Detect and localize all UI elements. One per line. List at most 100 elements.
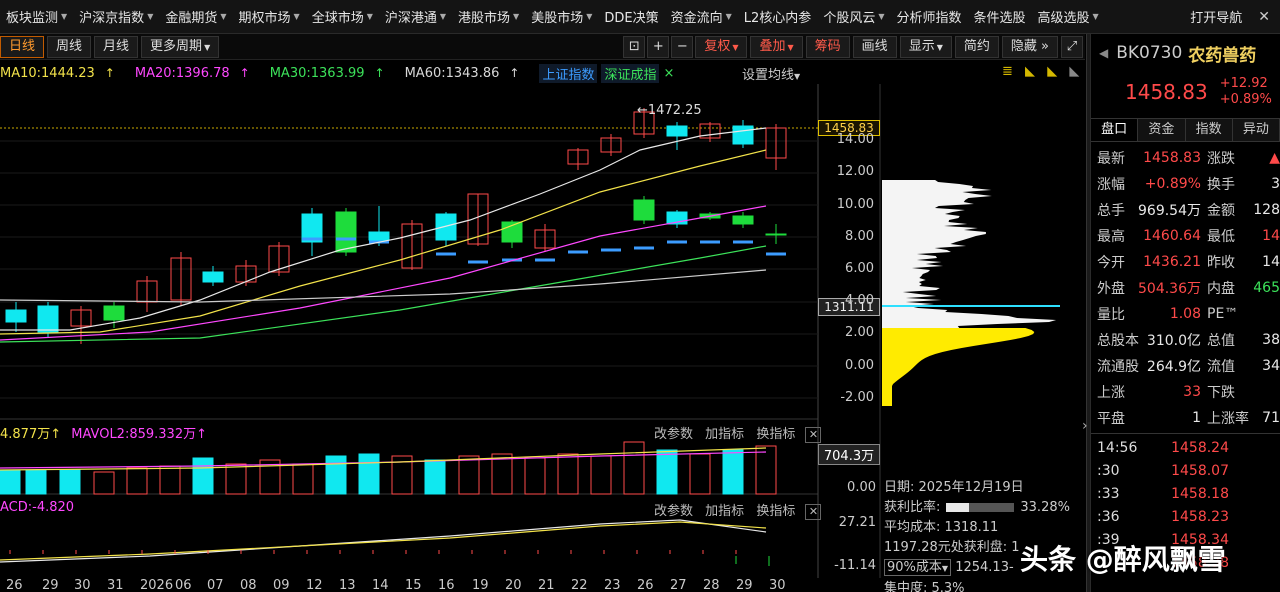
edit-params-button[interactable]: 改参数	[654, 427, 693, 442]
weekly-button[interactable]: 周线	[47, 36, 91, 58]
flag-icon[interactable]: ◣	[1025, 64, 1035, 79]
quote-v2: 71	[1243, 410, 1280, 426]
menu-item[interactable]: 沪深港通 ▼	[379, 0, 452, 34]
quote-row: 最高 1460.64 最低 14	[1091, 223, 1280, 249]
zoom-in-icon[interactable]: +	[647, 36, 669, 58]
menu-item[interactable]: 期权市场 ▼	[233, 0, 306, 34]
ma-settings[interactable]: 设置均线▼	[742, 64, 800, 83]
candle-body	[733, 216, 753, 224]
up-arrow-icon: ↑	[375, 66, 385, 80]
profit-ratio-value: 33.28%	[1020, 500, 1070, 515]
draw-line-button[interactable]: 画线	[853, 36, 897, 58]
date-axis: 26 29 30 31 2026 06 07 08 09 12 13 14 15 16 19 20 21 22 23…	[0, 578, 820, 592]
menu-item[interactable]: 港股市场 ▼	[452, 0, 525, 34]
monthly-button[interactable]: 月线	[94, 36, 138, 58]
add-indicator-button[interactable]: 加指标	[705, 427, 744, 442]
tab-0[interactable]: 盘口	[1091, 119, 1138, 141]
menu-item[interactable]: 打开导航	[1184, 0, 1248, 34]
macd-controls: 改参数 加指标 换指标 ✕	[654, 500, 821, 520]
tab-1[interactable]: 资金	[1138, 119, 1185, 141]
tab-3[interactable]: 异动	[1233, 119, 1280, 141]
overlay-button[interactable]: 叠加 ▼	[750, 36, 802, 58]
date-label: 30	[74, 578, 91, 592]
chevron-down-icon: ▼	[513, 12, 519, 21]
quote-row: 涨幅 +0.89% 换手 3	[1091, 171, 1280, 197]
hide-button[interactable]: 隐藏 »	[1002, 36, 1058, 58]
quote-k: 最新	[1091, 148, 1129, 168]
tick-row: :30 1458.07	[1091, 459, 1280, 482]
quote-k: 最高	[1091, 226, 1129, 246]
volume-bar	[525, 458, 545, 494]
menu-item[interactable]: 高级选股 ▼	[1032, 0, 1105, 34]
tick-time: :36	[1091, 509, 1149, 525]
candle-body	[733, 126, 753, 144]
date-label: 31	[107, 578, 124, 592]
simple-button[interactable]: 简约	[955, 36, 999, 58]
quote-v: 1460.64	[1129, 228, 1207, 244]
quote-k2: 流值	[1207, 356, 1243, 376]
chip-shape-icon[interactable]: ≣	[1002, 64, 1013, 79]
date-label: 15	[405, 578, 422, 592]
date-label: 22	[571, 578, 588, 592]
display-button[interactable]: 显示 ▼	[900, 36, 952, 58]
flag-icon[interactable]: ◣	[1047, 64, 1057, 79]
tab-2[interactable]: 指数	[1186, 119, 1233, 141]
close-icon[interactable]: ×	[663, 66, 674, 81]
volume-bar	[26, 470, 46, 494]
fuquan-button[interactable]: 复权 ▼	[695, 36, 747, 58]
date-label: 27	[670, 578, 687, 592]
up-arrow-icon: ↑	[105, 66, 115, 80]
chevron-down-icon: ▼	[586, 12, 592, 21]
menu-item[interactable]: 美股市场 ▼	[525, 0, 598, 34]
menu-item[interactable]: 板块监测 ▼	[0, 0, 73, 34]
collapse-left-icon[interactable]: ◀	[1099, 46, 1108, 60]
chevron-down-icon: ▼	[1093, 12, 1099, 21]
overlay-tag-sh[interactable]: 上证指数	[539, 64, 597, 83]
candle-body	[336, 212, 356, 252]
cost-range-select[interactable]: 90%成本▼	[884, 559, 951, 576]
menu-item[interactable]: 分析师指数	[890, 0, 967, 34]
volume-bar	[293, 464, 313, 494]
more-periods-button[interactable]: 更多周期 ▼	[141, 36, 219, 58]
edit-params-button[interactable]: 改参数	[654, 504, 693, 519]
menu-item[interactable]: 条件选股	[968, 0, 1032, 34]
menu-item[interactable]: 沪深京指数 ▼	[73, 0, 159, 34]
menu-item-label: 沪深港通	[385, 7, 437, 26]
switch-indicator-button[interactable]: 换指标	[756, 427, 795, 442]
menu-item-label: 金融期货	[165, 7, 217, 26]
quote-row: 流通股 264.9亿 流值 34	[1091, 353, 1280, 379]
menu-item[interactable]: 金融期货 ▼	[159, 0, 232, 34]
date-label: 13	[339, 578, 356, 592]
collapse-arrow-icon[interactable]: ›	[1082, 418, 1088, 434]
lock-icon[interactable]: ⊡	[623, 36, 645, 58]
candle-body	[6, 310, 26, 322]
close-icon[interactable]: ✕	[805, 427, 821, 443]
cost-range-label: 90%成本	[887, 560, 942, 575]
quote-k2: 内盘	[1207, 278, 1243, 298]
concentration: 集中度: 5.3%	[884, 579, 1084, 592]
more-periods-label: 更多周期	[150, 39, 202, 54]
ma10-text: MA10:1444.23	[0, 66, 95, 81]
menu-item[interactable]: 全球市场 ▼	[306, 0, 379, 34]
menu-item[interactable]: DDE决策	[598, 0, 664, 34]
chips-button[interactable]: 筹码	[806, 36, 850, 58]
quote-v: 264.9亿	[1129, 356, 1207, 376]
daily-button[interactable]: 日线	[0, 36, 44, 58]
overlay-tag-sz[interactable]: 深证成指	[601, 64, 659, 83]
menu-item[interactable]: 资金流向 ▼	[665, 0, 738, 34]
quote-v: 1458.83	[1129, 150, 1207, 166]
fullscreen-icon[interactable]: ⤢	[1061, 36, 1083, 58]
add-indicator-button[interactable]: 加指标	[705, 504, 744, 519]
zoom-out-icon[interactable]: −	[671, 36, 693, 58]
menu-item[interactable]: 个股风云 ▼	[817, 0, 890, 34]
menu-item[interactable]: L2核心内参	[738, 0, 818, 34]
quote-v2: ▲	[1243, 150, 1280, 166]
candle-body	[667, 126, 687, 136]
chart-toolbar: 日线 周线 月线 更多周期 ▼ ⊡ + − 复权 ▼ 叠加 ▼ 筹码 画线 显示 ▼ 简…	[0, 34, 1085, 60]
close-icon[interactable]: ✕	[1248, 9, 1280, 25]
switch-indicator-button[interactable]: 换指标	[756, 504, 795, 519]
flag-icon[interactable]: ◣	[1069, 64, 1079, 79]
chevron-down-icon: ▼	[937, 43, 943, 52]
watermark: 头条 @醉风飘雪	[1020, 538, 1226, 578]
volume-ma2: MAVOL2:859.332万↑	[71, 427, 207, 442]
